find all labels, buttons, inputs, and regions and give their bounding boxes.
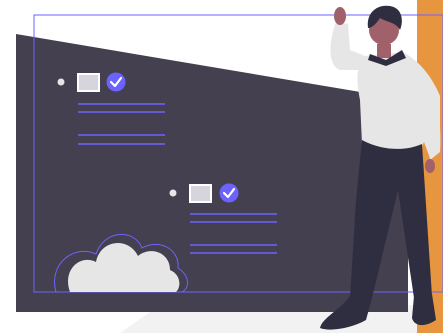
illustration — [16, 0, 443, 333]
raised-hand — [334, 7, 346, 25]
task-checkbox — [189, 184, 212, 203]
check-circle-icon — [106, 72, 126, 92]
right-hand — [425, 159, 435, 173]
neck — [377, 44, 391, 58]
bullet-dot — [169, 189, 177, 197]
check-circle-icon — [219, 183, 239, 203]
right-shoe — [412, 294, 436, 326]
task-checkbox — [77, 73, 100, 92]
bullet-dot — [57, 78, 65, 86]
